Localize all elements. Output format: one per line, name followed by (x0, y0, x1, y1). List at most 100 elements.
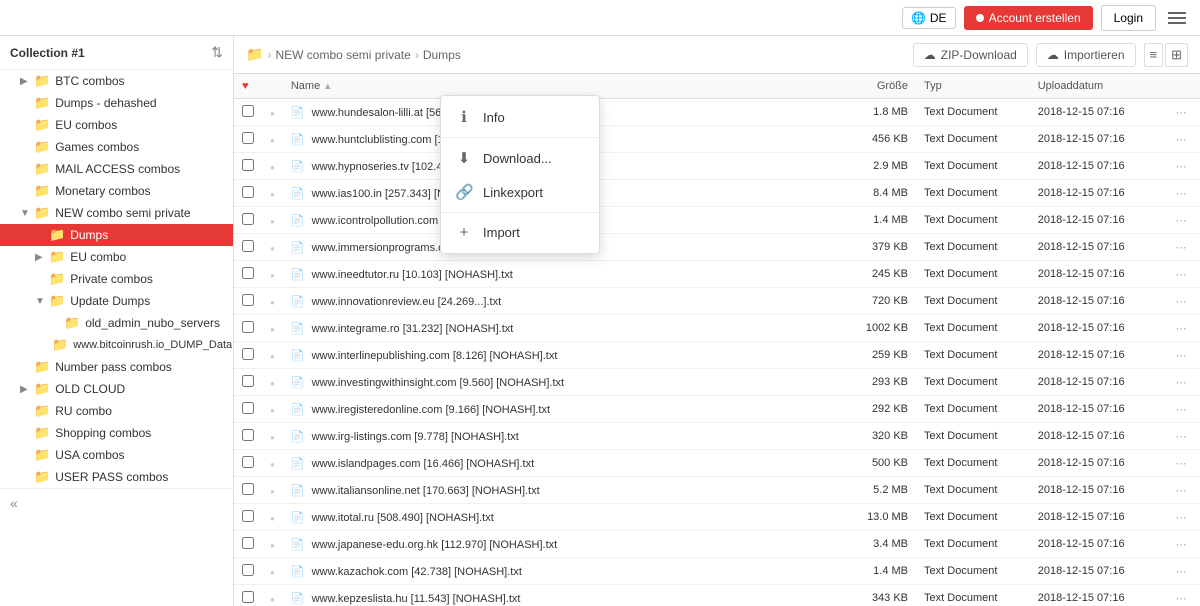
lang-label: DE (930, 11, 947, 25)
row-actions-btn[interactable]: ⋯ (1162, 315, 1200, 342)
row-type: Text Document (916, 342, 1030, 369)
context-menu-download-label: Download... (483, 151, 552, 166)
row-size: 245 KB (840, 261, 916, 288)
row-checkbox[interactable] (242, 267, 254, 279)
row-actions-btn[interactable]: ⋯ (1162, 450, 1200, 477)
row-checkbox[interactable] (242, 240, 254, 252)
row-checkbox[interactable] (242, 294, 254, 306)
sidebar-item-new-combo[interactable]: ▼ 📁 NEW combo semi private (0, 202, 233, 224)
context-menu-download[interactable]: ⬇ Download... (441, 141, 599, 175)
sidebar-item-usa-combos[interactable]: 📁 USA combos (0, 444, 233, 466)
list-view-button[interactable]: ≡ (1144, 43, 1164, 67)
row-actions-btn[interactable]: ⋯ (1162, 396, 1200, 423)
login-button[interactable]: Login (1101, 5, 1156, 31)
row-dot-cell: ● (262, 558, 283, 585)
row-size: 259 KB (840, 342, 916, 369)
sidebar-item-shopping-combos[interactable]: 📁 Shopping combos (0, 422, 233, 444)
sidebar-item-bitcoinrush[interactable]: 📁 www.bitcoinrush.io_DUMP_Data (0, 334, 233, 356)
row-checkbox[interactable] (242, 564, 254, 576)
sidebar-item-private-combos[interactable]: 📁 Private combos (0, 268, 233, 290)
row-checkbox[interactable] (242, 159, 254, 171)
topbar: 🌐 DE Account erstellen Login (0, 0, 1200, 36)
row-actions-btn[interactable]: ⋯ (1162, 207, 1200, 234)
grid-view-button[interactable]: ⊞ (1165, 43, 1188, 67)
col-actions-header (1162, 74, 1200, 99)
row-checkbox[interactable] (242, 105, 254, 117)
row-checkbox[interactable] (242, 591, 254, 603)
breadcrumb-item-dumps[interactable]: Dumps (423, 48, 461, 62)
row-checkbox[interactable] (242, 510, 254, 522)
import-button[interactable]: ☁ Importieren (1036, 43, 1136, 67)
sidebar-item-user-pass[interactable]: 📁 USER PASS combos (0, 466, 233, 488)
lang-button[interactable]: 🌐 DE (902, 7, 956, 29)
sidebar-item-old-cloud[interactable]: ▶ 📁 OLD CLOUD (0, 378, 233, 400)
sort-icon[interactable]: ⇅ (211, 44, 223, 61)
row-actions-btn[interactable]: ⋯ (1162, 288, 1200, 315)
file-icon: 📄 (291, 161, 305, 173)
sidebar-item-label: Dumps - dehashed (55, 96, 156, 110)
sidebar-item-ru-combo[interactable]: 📁 RU combo (0, 400, 233, 422)
zip-download-button[interactable]: ☁ ZIP-Download (913, 43, 1028, 67)
row-filename: 📄 www.japanese-edu.org.hk [112.970] [NOH… (283, 531, 841, 558)
row-checkbox-cell (234, 288, 262, 315)
row-checkbox[interactable] (242, 186, 254, 198)
hamburger-menu[interactable] (1164, 8, 1190, 28)
row-checkbox[interactable] (242, 213, 254, 225)
sidebar-item-eu-combo[interactable]: ▶ 📁 EU combo (0, 246, 233, 268)
file-icon: 📄 (291, 323, 305, 335)
table-row: ● 📄 www.interlinepublishing.com [8.126] … (234, 342, 1200, 369)
row-actions-btn[interactable]: ⋯ (1162, 558, 1200, 585)
sidebar-item-old-admin[interactable]: 📁 old_admin_nubo_servers (0, 312, 233, 334)
row-checkbox[interactable] (242, 348, 254, 360)
row-actions-btn[interactable]: ⋯ (1162, 585, 1200, 606)
table-row: ● 📄 www.irg-listings.com [9.778] [NOHASH… (234, 423, 1200, 450)
row-actions-btn[interactable]: ⋯ (1162, 126, 1200, 153)
row-checkbox[interactable] (242, 429, 254, 441)
file-icon: 📄 (291, 512, 305, 524)
row-actions-btn[interactable]: ⋯ (1162, 234, 1200, 261)
row-date: 2018-12-15 07:16 (1030, 450, 1163, 477)
row-actions-btn[interactable]: ⋯ (1162, 342, 1200, 369)
sidebar-item-btc-combos[interactable]: ▶ 📁 BTC combos (0, 70, 233, 92)
sidebar-item-mail-access[interactable]: 📁 MAIL ACCESS combos (0, 158, 233, 180)
sidebar-item-number-pass[interactable]: 📁 Number pass combos (0, 356, 233, 378)
row-checkbox[interactable] (242, 483, 254, 495)
account-button[interactable]: Account erstellen (964, 6, 1093, 30)
sidebar-item-update-dumps[interactable]: ▼ 📁 Update Dumps (0, 290, 233, 312)
collapse-sidebar-btn[interactable]: « (0, 488, 233, 517)
sidebar-item-label: RU combo (55, 404, 112, 418)
row-actions-btn[interactable]: ⋯ (1162, 504, 1200, 531)
breadcrumb-item-new-combo[interactable]: NEW combo semi private (275, 48, 410, 62)
sidebar-item-dumps-dehashed[interactable]: 📁 Dumps - dehashed (0, 92, 233, 114)
row-checkbox[interactable] (242, 537, 254, 549)
row-actions-btn[interactable]: ⋯ (1162, 261, 1200, 288)
filename-text: www.kepzeslista.hu [11.543] [NOHASH].txt (312, 593, 521, 605)
row-actions-btn[interactable]: ⋯ (1162, 153, 1200, 180)
row-checkbox[interactable] (242, 456, 254, 468)
row-date: 2018-12-15 07:16 (1030, 99, 1163, 126)
row-checkbox[interactable] (242, 321, 254, 333)
row-actions-btn[interactable]: ⋯ (1162, 477, 1200, 504)
row-actions-btn[interactable]: ⋯ (1162, 423, 1200, 450)
sidebar-item-dumps[interactable]: 📁 Dumps (0, 224, 233, 246)
row-actions-btn[interactable]: ⋯ (1162, 99, 1200, 126)
row-actions-btn[interactable]: ⋯ (1162, 531, 1200, 558)
sidebar-item-eu-combos[interactable]: 📁 EU combos (0, 114, 233, 136)
row-type: Text Document (916, 315, 1030, 342)
row-checkbox[interactable] (242, 375, 254, 387)
row-actions-btn[interactable]: ⋯ (1162, 369, 1200, 396)
row-checkbox[interactable] (242, 132, 254, 144)
download-icon: ⬇ (455, 149, 473, 167)
context-menu-linkexport[interactable]: 🔗 Linkexport (441, 175, 599, 209)
file-icon: 📄 (291, 458, 305, 470)
col-size-header[interactable]: Größe (840, 74, 916, 99)
row-size: 293 KB (840, 369, 916, 396)
sidebar-item-monetary-combos[interactable]: 📁 Monetary combos (0, 180, 233, 202)
row-checkbox[interactable] (242, 402, 254, 414)
context-menu-import[interactable]: + Import (441, 216, 599, 249)
sidebar-item-games-combos[interactable]: 📁 Games combos (0, 136, 233, 158)
filename-text: www.italiansonline.net [170.663] [NOHASH… (312, 485, 540, 497)
row-actions-btn[interactable]: ⋯ (1162, 180, 1200, 207)
context-menu-info[interactable]: ℹ Info (441, 100, 599, 134)
row-checkbox-cell (234, 234, 262, 261)
